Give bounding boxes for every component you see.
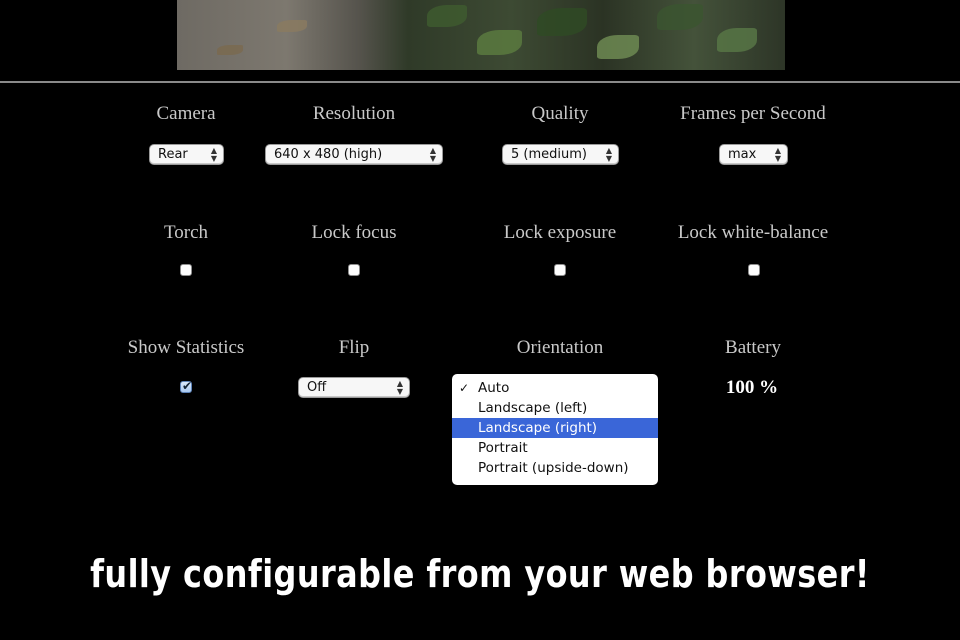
fps-select-value: max [728,147,757,162]
promo-caption: fully configurable from your web browser… [90,552,870,596]
camera-select-value: Rear [158,147,188,162]
camera-label: Camera [156,103,216,124]
select-arrows-icon: ▲ ▼ [210,145,217,163]
lock-exposure-label: Lock exposure [503,222,617,243]
resolution-select-value: 640 x 480 (high) [274,147,383,162]
orientation-dropdown-menu[interactable]: ✓ Auto Landscape (left) Landscape (right… [452,374,658,485]
orientation-option[interactable]: Portrait (upside-down) [452,458,658,478]
torch-checkbox[interactable] [180,264,192,276]
quality-select[interactable]: 5 (medium) ▲ ▼ [503,145,618,164]
quality-select-value: 5 (medium) [511,147,587,162]
lock-white-balance-label: Lock white-balance [677,222,829,243]
show-statistics-label: Show Statistics [127,337,245,358]
lock-white-balance-checkbox[interactable] [748,264,760,276]
orientation-label: Orientation [516,337,604,358]
show-statistics-checkbox[interactable]: ✔ [180,379,193,393]
fps-select[interactable]: max ▲ ▼ [720,145,787,164]
flip-label: Flip [338,337,370,358]
fps-label: Frames per Second [680,103,826,124]
resolution-select[interactable]: 640 x 480 (high) ▲ ▼ [266,145,442,164]
orientation-option[interactable]: Landscape (left) [452,398,658,418]
battery-label: Battery [725,337,781,358]
select-arrows-icon: ▲ ▼ [774,145,781,163]
resolution-label: Resolution [312,103,396,124]
quality-label: Quality [531,103,589,124]
select-arrows-icon: ▲ ▼ [429,145,436,163]
checkmark-icon: ✔ [182,379,193,393]
select-arrows-icon: ▲ ▼ [396,378,403,396]
lock-focus-checkbox[interactable] [348,264,360,276]
orientation-option[interactable]: ✓ Auto [452,378,658,398]
flip-select-value: Off [307,380,327,395]
orientation-option-highlighted[interactable]: Landscape (right) [452,418,658,438]
select-arrows-icon: ▲ ▼ [605,145,612,163]
flip-select[interactable]: Off ▲ ▼ [299,378,409,397]
lock-exposure-checkbox[interactable] [554,264,566,276]
preview-divider [0,81,960,83]
checkmark-icon: ✓ [459,381,470,395]
camera-select[interactable]: Rear ▲ ▼ [150,145,223,164]
torch-label: Torch [163,222,209,243]
lock-focus-label: Lock focus [311,222,397,243]
battery-value: 100 % [725,377,779,398]
orientation-option[interactable]: Portrait [452,438,658,458]
camera-preview-image [177,0,785,70]
